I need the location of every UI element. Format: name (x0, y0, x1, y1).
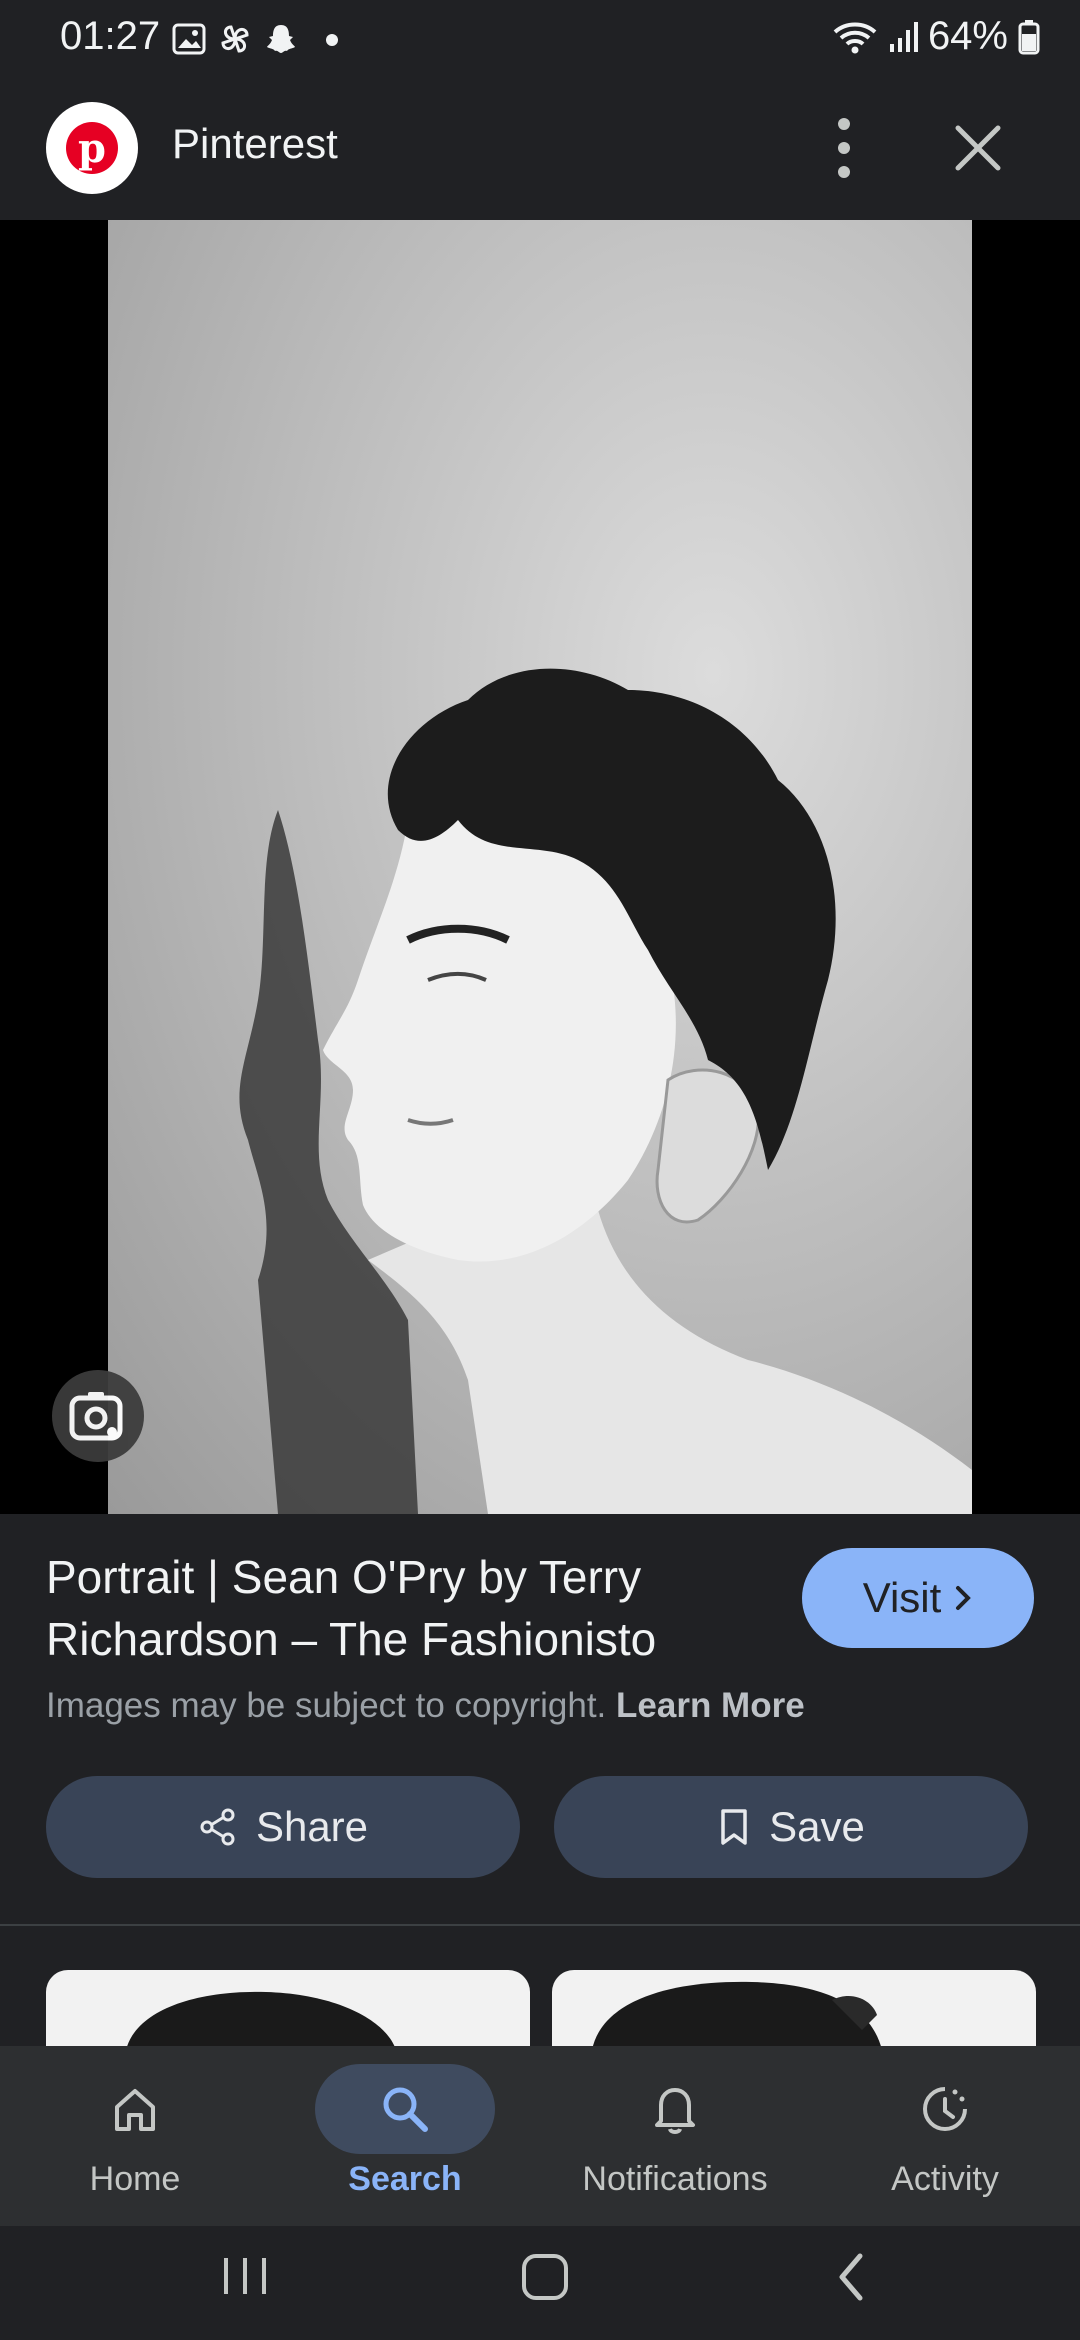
portrait-photo (239, 668, 972, 1514)
nav-notifications-label: Notifications (582, 2160, 768, 2198)
home-icon (115, 2089, 155, 2131)
related-image-thumbnail[interactable] (46, 1970, 530, 2050)
learn-more-link[interactable]: Learn More (616, 1686, 805, 1725)
bell-icon (655, 2088, 695, 2134)
wifi-icon (833, 22, 877, 53)
recent-apps-icon (224, 2258, 266, 2294)
battery-percent: 64% (927, 14, 1008, 58)
pinwheel-icon (221, 25, 249, 53)
gallery-icon (172, 23, 206, 55)
bookmark-icon (721, 1809, 747, 1845)
battery-icon (1018, 19, 1040, 54)
nav-search-icon-wrap (315, 2064, 495, 2154)
nav-notifications-icon-wrap (585, 2064, 765, 2154)
home-square-icon (522, 2254, 568, 2300)
visit-button[interactable]: Visit (802, 1548, 1034, 1648)
more-options-button[interactable] (818, 118, 870, 178)
back-chevron-icon (839, 2253, 863, 2301)
save-button[interactable]: Save (554, 1776, 1028, 1878)
nav-search[interactable]: Search (270, 2046, 540, 2226)
visit-label: Visit (862, 1574, 942, 1621)
copyright-text: Images may be subject to copyright. (46, 1686, 607, 1725)
related-image-2 (592, 1981, 882, 2050)
signal-icon (889, 21, 918, 52)
copyright-notice: Images may be subject to copyright. Lear… (46, 1686, 805, 1726)
related-image-thumbnail[interactable] (552, 1970, 1036, 2050)
share-icon (200, 1808, 235, 1846)
more-vert-dot (838, 166, 850, 178)
nav-notifications[interactable]: Notifications (540, 2046, 810, 2226)
status-time: 01:27 (60, 14, 161, 58)
google-lens-icon (69, 1392, 123, 1441)
nav-activity-label: Activity (891, 2160, 999, 2198)
related-image-1 (126, 1991, 396, 2050)
nav-activity[interactable]: Activity (810, 2046, 1080, 2226)
close-icon (955, 125, 1001, 171)
back-button[interactable] (830, 2250, 870, 2304)
more-vert-icon (838, 118, 850, 130)
home-system-button[interactable] (520, 2252, 570, 2302)
nav-home-icon-wrap (45, 2064, 225, 2154)
recent-apps-button[interactable] (218, 2254, 272, 2298)
section-divider (0, 1924, 1080, 1926)
google-lens-button[interactable] (52, 1370, 144, 1462)
preview-image[interactable] (108, 220, 972, 1514)
more-vert-dot (838, 142, 850, 154)
share-button[interactable]: Share (46, 1776, 520, 1878)
search-icon (383, 2087, 428, 2132)
nav-home[interactable]: Home (0, 2046, 270, 2226)
image-title[interactable]: Portrait | Sean O'Pry by Terry Richardso… (46, 1546, 766, 1670)
chevron-right-icon (956, 1586, 972, 1610)
nav-home-label: Home (89, 2160, 181, 2198)
app-header (0, 72, 1080, 220)
share-label: Share (255, 1803, 369, 1850)
snapchat-icon (267, 25, 295, 53)
nav-search-label: Search (348, 2160, 462, 2198)
dot-icon (326, 34, 338, 46)
site-title: Pinterest (172, 120, 338, 167)
pinterest-logo-mark: p (66, 122, 118, 174)
save-label: Save (769, 1803, 865, 1850)
activity-icon (923, 2087, 967, 2131)
nav-activity-icon-wrap (855, 2064, 1035, 2154)
close-button[interactable] (948, 118, 1008, 178)
pinterest-logo: p (46, 102, 138, 194)
status-right-group: 64% (832, 14, 1040, 59)
